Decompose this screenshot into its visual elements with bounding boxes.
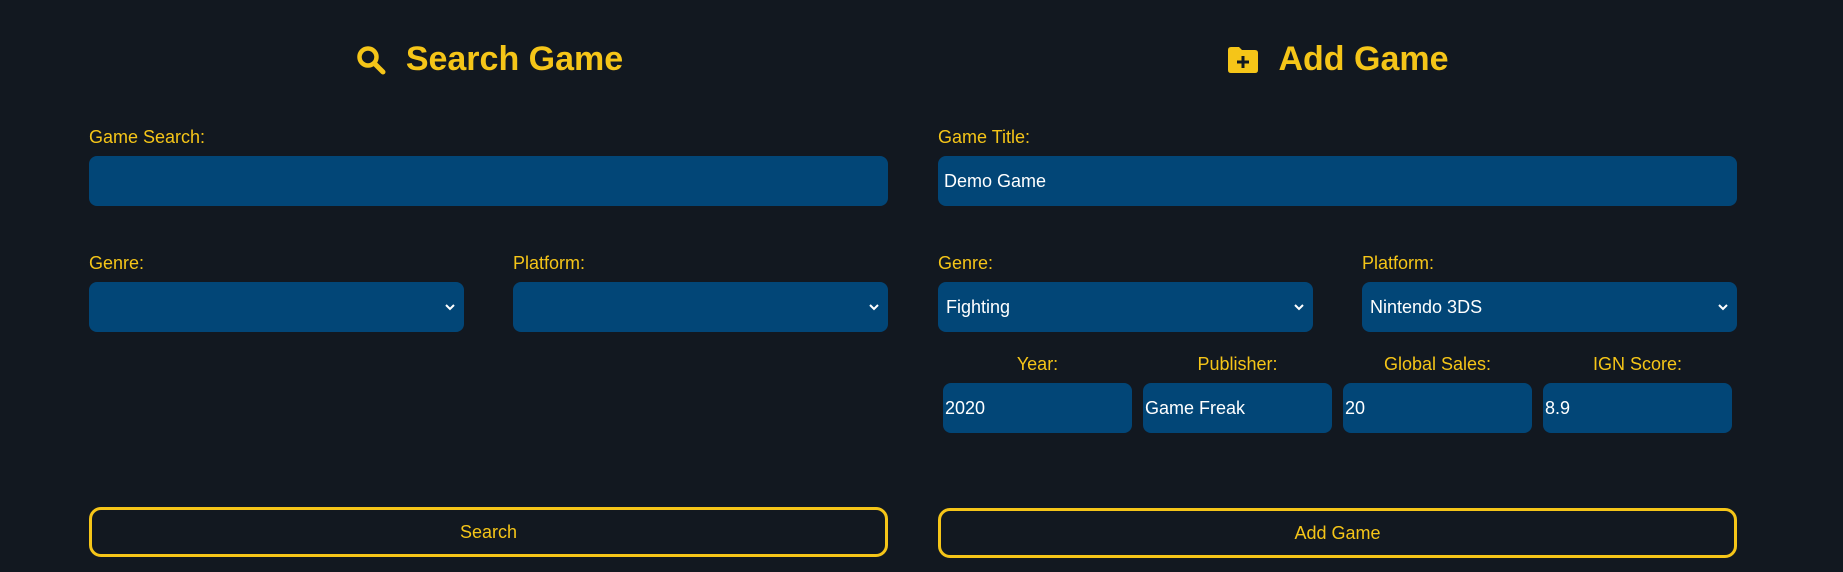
game-title-input[interactable] (938, 156, 1737, 206)
search-game-heading: Search Game (89, 40, 888, 79)
search-game-panel: Search Game Game Search: Genre: Platform… (89, 0, 888, 572)
add-platform-select[interactable]: Nintendo 3DS (1362, 282, 1737, 332)
game-search-label: Game Search: (89, 127, 206, 147)
ign-score-input[interactable] (1543, 383, 1732, 433)
add-game-panel: Add Game Game Title: Genre: Fighting Pla… (938, 0, 1737, 572)
search-game-title: Search Game (405, 40, 624, 78)
chevron-down-icon (445, 304, 455, 311)
chevron-down-icon (869, 304, 879, 311)
add-genre-value: Fighting (946, 297, 1011, 317)
game-title-label: Game Title: (938, 127, 1031, 147)
search-genre-select[interactable] (89, 282, 464, 332)
ign-score-label: IGN Score: (1592, 354, 1683, 374)
add-platform-label: Platform: (1362, 253, 1435, 273)
search-genre-label: Genre: (89, 253, 145, 273)
publisher-input[interactable] (1143, 383, 1332, 433)
global-sales-label: Global Sales: (1383, 354, 1492, 374)
add-genre-select[interactable]: Fighting (938, 282, 1313, 332)
search-button[interactable]: Search (89, 507, 888, 557)
folder-plus-icon (1226, 43, 1260, 77)
year-input[interactable] (943, 383, 1132, 433)
add-game-title: Add Game (1278, 40, 1449, 78)
add-genre-label: Genre: (938, 253, 994, 273)
page: Search Game Game Search: Genre: Platform… (0, 0, 1843, 572)
search-platform-select[interactable] (513, 282, 888, 332)
add-game-heading: Add Game (938, 40, 1737, 79)
search-icon (354, 43, 388, 77)
game-search-input[interactable] (89, 156, 888, 206)
publisher-label: Publisher: (1197, 354, 1278, 374)
add-game-button[interactable]: Add Game (938, 508, 1737, 558)
global-sales-input[interactable] (1343, 383, 1532, 433)
add-platform-value: Nintendo 3DS (1370, 297, 1483, 317)
year-label: Year: (1016, 354, 1059, 374)
search-platform-label: Platform: (513, 253, 586, 273)
chevron-down-icon (1718, 304, 1728, 311)
chevron-down-icon (1294, 304, 1304, 311)
